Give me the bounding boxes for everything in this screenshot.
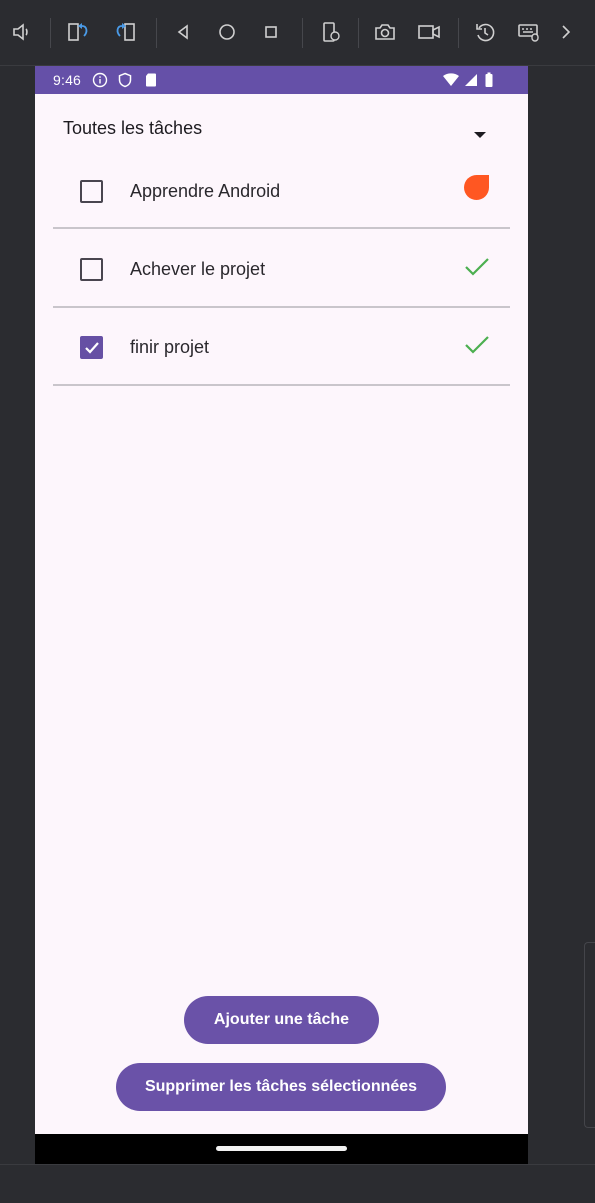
filter-label: Toutes les tâches xyxy=(63,118,203,138)
task-checkbox[interactable] xyxy=(80,258,103,281)
home-gesture-handle[interactable] xyxy=(216,1146,347,1151)
task-row[interactable]: finir projet xyxy=(35,314,528,392)
signal-icon xyxy=(463,72,479,88)
side-panel-tab[interactable] xyxy=(584,942,595,1128)
sd-card-icon xyxy=(143,72,159,88)
rotate-right-icon[interactable] xyxy=(112,19,138,45)
dropdown-arrow-icon xyxy=(474,126,486,144)
back-icon[interactable] xyxy=(170,19,196,45)
emulator-toolbar xyxy=(0,0,595,66)
status-time: 9:46 xyxy=(53,72,82,88)
divider xyxy=(53,384,510,386)
volume-icon[interactable] xyxy=(8,19,34,45)
task-checkbox[interactable] xyxy=(80,180,103,203)
add-task-button[interactable]: Ajouter une tâche xyxy=(184,996,379,1044)
emulator-bottom-bar xyxy=(0,1164,595,1203)
task-checkbox[interactable] xyxy=(80,336,103,359)
task-label: Achever le projet xyxy=(130,259,266,279)
overview-icon[interactable] xyxy=(258,19,284,45)
in-progress-icon xyxy=(460,172,494,206)
shield-icon xyxy=(117,72,133,88)
divider xyxy=(53,306,510,308)
check-icon xyxy=(460,328,494,362)
rotate-left-icon[interactable] xyxy=(66,19,92,45)
keyboard-icon[interactable] xyxy=(516,19,542,45)
wifi-icon xyxy=(442,72,459,88)
task-label: finir projet xyxy=(130,337,210,357)
info-circle-icon xyxy=(92,72,108,88)
filter-dropdown[interactable]: Toutes les tâches xyxy=(35,106,528,150)
status-bar: 9:46 xyxy=(35,66,528,94)
task-row[interactable]: Achever le projet xyxy=(35,236,528,314)
navigation-bar xyxy=(35,1134,528,1164)
more-icon[interactable] xyxy=(553,19,579,45)
divider xyxy=(53,227,510,229)
snapshot-icon[interactable] xyxy=(472,19,498,45)
phone-screen: 9:46 Toutes les tâches Apprendre Android xyxy=(35,66,528,1164)
task-row[interactable]: Apprendre Android xyxy=(35,158,528,236)
fold-icon[interactable] xyxy=(318,19,344,45)
screenshot-icon[interactable] xyxy=(372,19,398,45)
checkmark-icon xyxy=(84,341,99,354)
screen-record-icon[interactable] xyxy=(416,19,442,45)
battery-icon xyxy=(484,72,500,88)
delete-selected-tasks-button[interactable]: Supprimer les tâches sélectionnées xyxy=(116,1063,446,1111)
home-icon[interactable] xyxy=(214,19,240,45)
check-icon xyxy=(460,250,494,284)
task-label: Apprendre Android xyxy=(130,181,281,201)
